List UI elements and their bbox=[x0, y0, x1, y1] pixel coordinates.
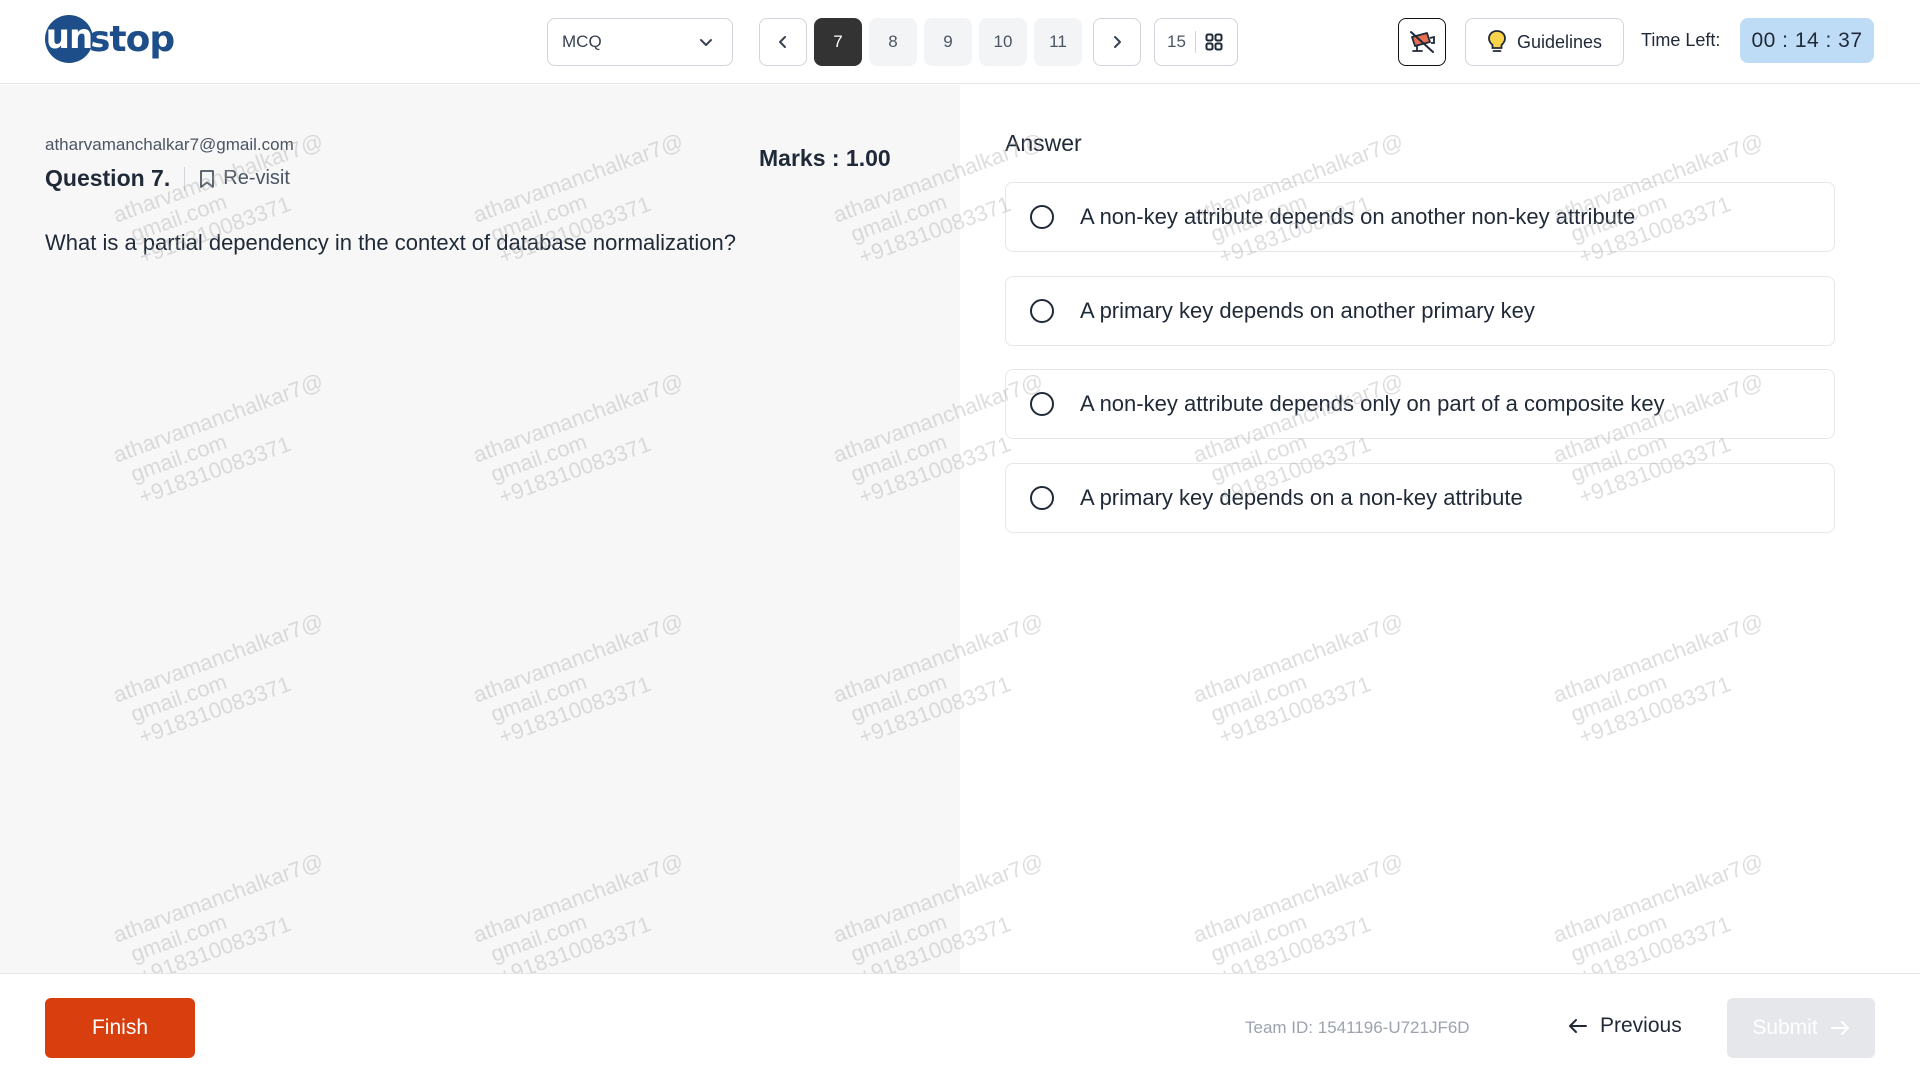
all-questions-button[interactable]: 15 bbox=[1154, 18, 1238, 66]
guidelines-button[interactable]: Guidelines bbox=[1465, 18, 1624, 66]
countdown-timer: 00 : 14 : 37 bbox=[1740, 18, 1874, 63]
proctor-camera-button[interactable] bbox=[1398, 18, 1446, 66]
answer-option-text: A non-key attribute depends on another n… bbox=[1080, 204, 1636, 229]
submit-label: Submit bbox=[1752, 1016, 1818, 1039]
question-panel: atharvamanchalkar7@gmail.com Question 7.… bbox=[0, 85, 960, 973]
answer-option-text: A primary key depends on another primary… bbox=[1080, 298, 1535, 323]
prev-question-arrow[interactable] bbox=[759, 18, 807, 66]
revisit-button[interactable]: Re-visit bbox=[199, 167, 290, 190]
chevron-right-icon bbox=[1114, 36, 1121, 48]
previous-label: Previous bbox=[1600, 1014, 1682, 1037]
section-select-value: MCQ bbox=[562, 32, 602, 51]
next-question-arrow[interactable] bbox=[1093, 18, 1141, 66]
question-header: Question 7. Re-visit bbox=[45, 165, 290, 192]
answer-option[interactable]: A non-key attribute depends on another n… bbox=[1005, 182, 1835, 252]
guidelines-label: Guidelines bbox=[1516, 31, 1603, 52]
radio-button[interactable] bbox=[1030, 486, 1054, 510]
grid-icon bbox=[1205, 33, 1223, 51]
total-questions-count: 15 bbox=[1167, 32, 1186, 51]
answer-heading: Answer bbox=[1005, 130, 1082, 156]
question-marks: Marks : 1.00 bbox=[759, 145, 891, 171]
question-nav-8[interactable]: 8 bbox=[869, 18, 917, 66]
arrow-left-icon bbox=[1569, 1019, 1587, 1033]
logo-mark: un bbox=[45, 15, 93, 63]
camera-off-icon bbox=[1410, 31, 1435, 53]
team-id: Team ID: 1541196-U721JF6D bbox=[1245, 1018, 1470, 1037]
radio-button[interactable] bbox=[1030, 392, 1054, 416]
answer-option-text: A primary key depends on a non-key attri… bbox=[1080, 485, 1523, 510]
finish-button[interactable]: Finish bbox=[45, 998, 195, 1058]
answer-option[interactable]: A non-key attribute depends only on part… bbox=[1005, 369, 1835, 439]
question-nav-9[interactable]: 9 bbox=[924, 18, 972, 66]
question-nav-11[interactable]: 11 bbox=[1034, 18, 1082, 66]
submit-button[interactable]: Submit bbox=[1727, 998, 1875, 1058]
revisit-label: Re-visit bbox=[223, 167, 290, 189]
answer-option[interactable]: A primary key depends on another primary… bbox=[1005, 276, 1835, 346]
answer-option[interactable]: A primary key depends on a non-key attri… bbox=[1005, 463, 1835, 533]
top-bar: un stop MCQ 7 8 9 10 11 15 Guidelines Ti… bbox=[0, 0, 1920, 84]
logo-text: stop bbox=[89, 18, 175, 60]
answer-option-text: A non-key attribute depends only on part… bbox=[1080, 391, 1665, 416]
divider bbox=[184, 166, 186, 191]
chevron-down-icon bbox=[700, 39, 712, 46]
previous-button[interactable]: Previous bbox=[1568, 1006, 1682, 1046]
answer-panel: Answer A non-key attribute depends on an… bbox=[960, 85, 1920, 973]
chevron-left-icon bbox=[779, 36, 786, 48]
time-left-label: Time Left: bbox=[1641, 30, 1721, 50]
bookmark-icon bbox=[200, 169, 215, 188]
question-nav-7[interactable]: 7 bbox=[814, 18, 862, 66]
bottom-bar: Finish Team ID: 1541196-U721JF6D Previou… bbox=[0, 973, 1920, 1080]
question-title: Question 7. bbox=[45, 165, 171, 191]
arrow-right-icon bbox=[1830, 1021, 1849, 1035]
lightbulb-icon bbox=[1488, 30, 1506, 52]
divider bbox=[1194, 31, 1196, 53]
question-nav-10[interactable]: 10 bbox=[979, 18, 1027, 66]
section-select[interactable]: MCQ bbox=[547, 18, 733, 66]
unstop-logo[interactable]: un stop bbox=[45, 14, 175, 64]
radio-button[interactable] bbox=[1030, 205, 1054, 229]
candidate-email: atharvamanchalkar7@gmail.com bbox=[45, 135, 294, 154]
question-text: What is a partial dependency in the cont… bbox=[45, 230, 736, 255]
radio-button[interactable] bbox=[1030, 299, 1054, 323]
